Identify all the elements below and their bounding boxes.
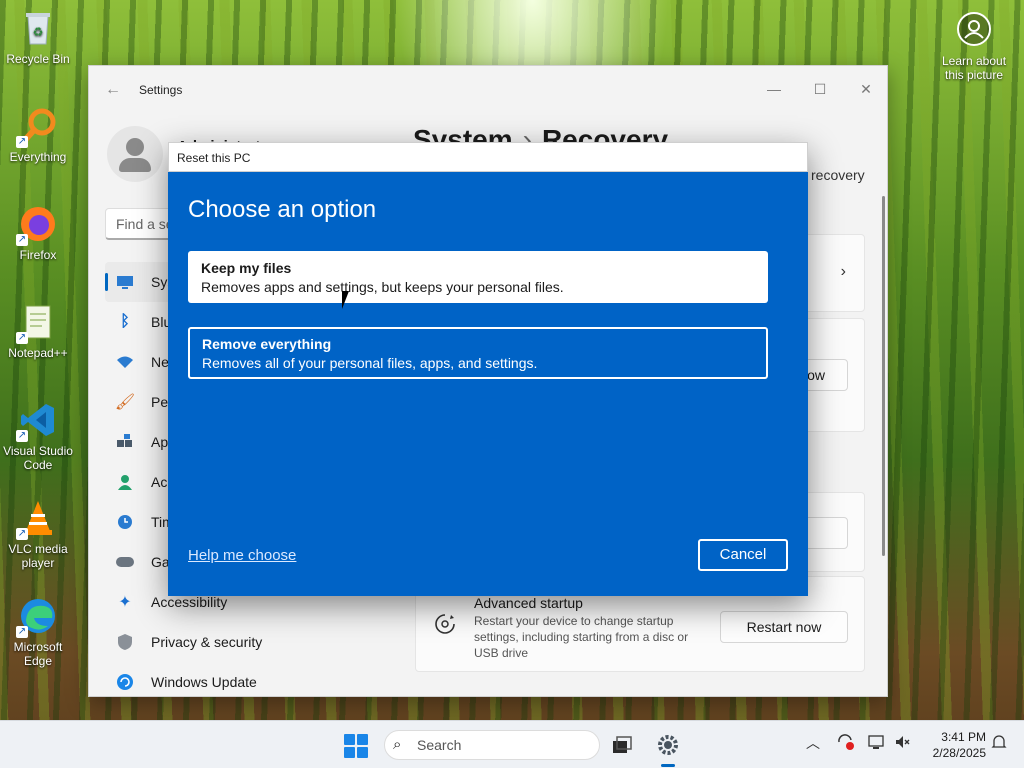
sync-icon[interactable] bbox=[836, 733, 854, 754]
close-button[interactable]: ✕ bbox=[843, 74, 887, 104]
sidebar-item-windows-update[interactable]: Windows Update bbox=[105, 662, 385, 696]
search-placeholder: Find a se bbox=[116, 216, 174, 232]
notepad-icon: ↗ bbox=[16, 302, 58, 344]
desktop-icon-label: Microsoft Edge bbox=[13, 640, 63, 668]
shortcut-arrow-icon: ↗ bbox=[16, 332, 28, 344]
chevron-right-icon: › bbox=[840, 263, 846, 280]
settings-gear-icon[interactable] bbox=[652, 729, 684, 767]
desktop-icon-label: Everything bbox=[9, 150, 67, 164]
network-icon[interactable] bbox=[868, 733, 886, 754]
desktop-icon-notepad[interactable]: ↗ Notepad++ bbox=[0, 302, 76, 360]
person-icon bbox=[115, 472, 135, 492]
advanced-startup-title: Advanced startup bbox=[474, 595, 583, 611]
taskbar: ⌕ Search ︿ 3:41 PM 2/28/2025 bbox=[0, 720, 1024, 768]
sidebar-item-label: Accessibility bbox=[151, 594, 228, 610]
desktop-icon-label: Notepad++ bbox=[8, 346, 68, 360]
desktop-icon-label: Firefox bbox=[19, 248, 57, 262]
desktop-icon-recycle-bin[interactable]: ♻ Recycle Bin bbox=[0, 8, 76, 66]
dialog-heading: Choose an option bbox=[188, 196, 377, 223]
shortcut-arrow-icon: ↗ bbox=[16, 626, 28, 638]
volume-muted-icon[interactable] bbox=[894, 733, 912, 754]
restart-gear-icon bbox=[434, 613, 456, 640]
gamepad-icon bbox=[115, 552, 135, 572]
windows-start-button[interactable] bbox=[344, 734, 368, 758]
vlc-icon: ↗ bbox=[16, 498, 58, 540]
remove-everything-option[interactable]: Remove everything Removes all of your pe… bbox=[188, 327, 768, 379]
window-title: Settings bbox=[139, 83, 183, 97]
chevron-up-icon[interactable]: ︿ bbox=[806, 733, 820, 753]
reset-pc-dialog: Reset this PC Choose an option Keep my f… bbox=[168, 142, 808, 596]
clock-date: 2/28/2025 bbox=[932, 746, 986, 760]
minimize-button[interactable]: — bbox=[751, 74, 797, 104]
desktop-icon-label: VLC media player bbox=[8, 542, 68, 570]
clock-icon bbox=[115, 512, 135, 532]
desktop-icon-firefox[interactable]: ↗ Firefox bbox=[0, 204, 76, 262]
back-arrow-icon[interactable]: ← bbox=[105, 81, 121, 99]
desktop-icon-vscode[interactable]: ↗ Visual Studio Code bbox=[0, 400, 76, 472]
desktop-icon-edge[interactable]: ↗ Microsoft Edge bbox=[0, 596, 76, 668]
taskbar-search-placeholder: Search bbox=[417, 737, 462, 753]
desktop-icon-label: Visual Studio Code bbox=[3, 444, 73, 472]
avatar[interactable] bbox=[107, 126, 163, 182]
mouse-cursor-icon bbox=[342, 291, 349, 309]
option-description: Removes all of your personal files, apps… bbox=[202, 355, 538, 371]
edge-icon: ↗ bbox=[16, 596, 58, 638]
advanced-startup-description: Restart your device to change startup se… bbox=[474, 614, 689, 660]
shield-icon bbox=[115, 632, 135, 652]
shortcut-arrow-icon: ↗ bbox=[16, 528, 28, 540]
restart-now-label: Restart now bbox=[746, 619, 822, 635]
learn-about-label: Learn about this picture bbox=[941, 54, 1007, 82]
apps-icon bbox=[115, 432, 135, 452]
system-clock[interactable]: 3:41 PM 2/28/2025 bbox=[922, 729, 986, 761]
dialog-window-title: Reset this PC bbox=[177, 151, 251, 165]
shortcut-arrow-icon: ↗ bbox=[16, 234, 28, 246]
sidebar-item-privacy[interactable]: Privacy & security bbox=[105, 622, 385, 662]
maximize-button[interactable]: ☐ bbox=[797, 74, 843, 104]
vscode-icon: ↗ bbox=[16, 400, 58, 442]
restart-now-button[interactable]: Restart now bbox=[720, 611, 848, 643]
title-bar: ← Settings — ☐ ✕ bbox=[89, 66, 887, 114]
clock-time: 3:41 PM bbox=[941, 730, 986, 744]
update-icon bbox=[115, 672, 135, 692]
dialog-title-bar: Reset this PC bbox=[168, 142, 808, 172]
cancel-button[interactable]: Cancel bbox=[698, 539, 788, 571]
notification-icon[interactable] bbox=[990, 733, 1008, 754]
sidebar-item-label: Windows Update bbox=[151, 674, 257, 690]
sidebar-item-label: Privacy & security bbox=[151, 634, 263, 650]
desktop-icon-vlc[interactable]: ↗ VLC media player bbox=[0, 498, 76, 570]
option-description: Removes apps and settings, but keeps you… bbox=[201, 279, 564, 295]
dialog-body: Choose an option Keep my files Removes a… bbox=[168, 172, 808, 596]
learn-about-picture[interactable]: Learn about this picture bbox=[932, 12, 1016, 82]
task-view-icon[interactable] bbox=[606, 729, 638, 761]
wifi-icon bbox=[115, 352, 135, 372]
taskbar-search[interactable]: ⌕ Search bbox=[384, 730, 600, 760]
option-title: Remove everything bbox=[202, 336, 332, 352]
scrollbar[interactable] bbox=[882, 196, 885, 556]
firefox-icon: ↗ bbox=[16, 204, 58, 246]
shortcut-arrow-icon: ↗ bbox=[16, 136, 28, 148]
svg-text:♻: ♻ bbox=[33, 25, 44, 39]
keep-my-files-option[interactable]: Keep my files Removes apps and settings,… bbox=[188, 251, 768, 303]
reset-pc-button-label: ow bbox=[807, 367, 825, 383]
magnifier-icon: ↗ bbox=[16, 106, 58, 148]
search-icon: ⌕ bbox=[393, 736, 402, 753]
monitor-icon bbox=[115, 272, 135, 292]
desktop-icon-everything[interactable]: ↗ Everything bbox=[0, 106, 76, 164]
brush-icon: 🖌 bbox=[114, 394, 136, 411]
camera-icon bbox=[957, 12, 991, 46]
related-link[interactable]: recovery bbox=[811, 167, 865, 183]
bluetooth-icon: ᛒ bbox=[120, 313, 130, 330]
option-title: Keep my files bbox=[201, 260, 292, 276]
desktop-icon-label: Recycle Bin bbox=[6, 52, 70, 66]
help-me-choose-link[interactable]: Help me choose bbox=[188, 547, 296, 564]
accessibility-icon: ✦ bbox=[118, 594, 132, 611]
recycle-bin-icon: ♻ bbox=[18, 8, 58, 48]
shortcut-arrow-icon: ↗ bbox=[16, 430, 28, 442]
